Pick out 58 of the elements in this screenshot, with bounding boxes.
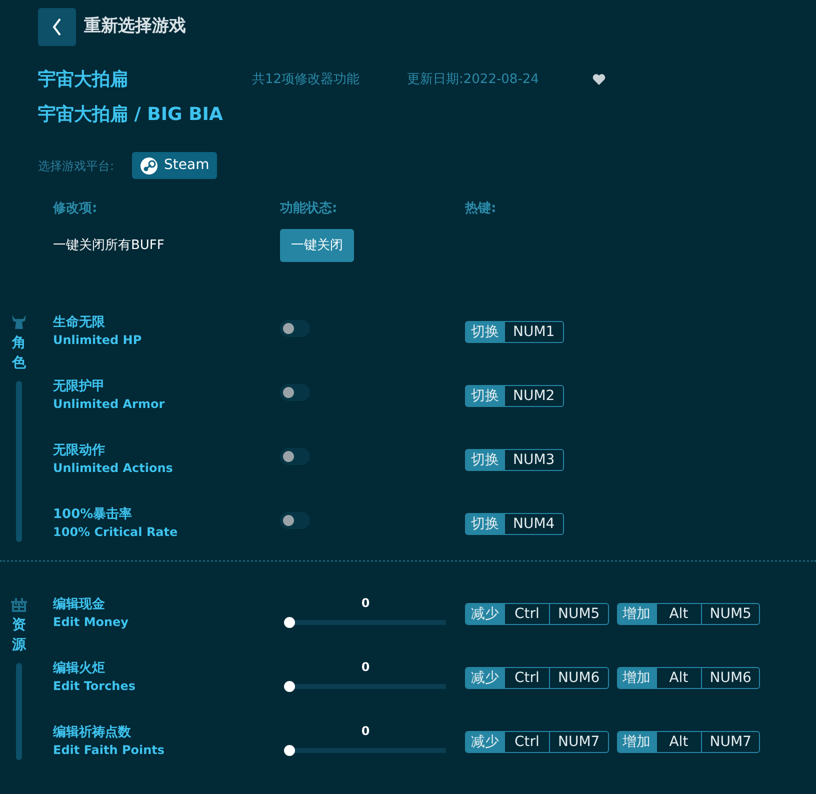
hotkey-badge: 切换 NUM1 bbox=[465, 321, 564, 343]
cheat-name-english: Unlimited HP bbox=[53, 332, 142, 350]
hotkey-badge: 减少 Ctrl NUM7 bbox=[465, 731, 609, 753]
favorite-button[interactable] bbox=[592, 73, 606, 86]
game-title: 宇宙大拍扁 bbox=[38, 68, 129, 92]
slider-value: 0 bbox=[360, 723, 371, 740]
platform-label: 选择游戏平台: bbox=[38, 158, 116, 174]
hotkey-badge: 切换 NUM3 bbox=[465, 449, 564, 471]
page-title: 重新选择游戏 bbox=[84, 15, 186, 38]
slider-value: 0 bbox=[360, 659, 371, 676]
cheat-name: 生命无限 bbox=[53, 314, 106, 332]
cheat-name-english: Edit Money bbox=[53, 614, 129, 632]
toggle-switch[interactable] bbox=[280, 320, 310, 338]
hotkey-badge: 增加 Alt NUM7 bbox=[616, 731, 760, 753]
steam-button[interactable]: Steam bbox=[132, 152, 218, 179]
cheat-name: 无限护甲 bbox=[53, 378, 106, 396]
slider[interactable] bbox=[285, 681, 446, 692]
hotkey-badge: 切换 NUM2 bbox=[465, 385, 564, 407]
toggle-switch[interactable] bbox=[280, 384, 310, 402]
cheat-name-english: Edit Faith Points bbox=[53, 742, 165, 760]
cheat-name: 编辑现金 bbox=[53, 596, 106, 614]
item-label: 一键关闭所有BUFF bbox=[53, 236, 164, 254]
slider[interactable] bbox=[285, 745, 446, 756]
cheat-name: 100%暴击率 bbox=[53, 506, 134, 524]
heart-icon bbox=[592, 73, 606, 86]
cheat-name: 编辑火炬 bbox=[53, 660, 106, 678]
feature-count: 共12项修改器功能 bbox=[252, 70, 361, 89]
cheat-name: 无限动作 bbox=[53, 442, 106, 460]
update-date: 更新日期:2022-08-24 bbox=[407, 70, 540, 89]
hotkey-badge: 增加 Alt NUM5 bbox=[616, 603, 760, 625]
game-subtitle: 宇宙大拍扁 / BIG BIA bbox=[38, 103, 223, 127]
hotkey-badge: 减少 Ctrl NUM6 bbox=[465, 667, 609, 689]
back-button[interactable] bbox=[38, 8, 76, 46]
cheat-name-english: Edit Torches bbox=[53, 678, 136, 696]
section-label: 资源 bbox=[12, 616, 26, 655]
helmet-icon bbox=[10, 314, 28, 330]
back-icon bbox=[51, 17, 63, 37]
close-all-button[interactable]: 一键关闭 bbox=[280, 228, 354, 262]
slider-value: 0 bbox=[360, 595, 371, 612]
slider-thumb[interactable] bbox=[284, 745, 295, 756]
slider-thumb[interactable] bbox=[284, 681, 295, 692]
basket-icon bbox=[10, 596, 28, 612]
slider-thumb[interactable] bbox=[284, 617, 295, 628]
hotkey-badge: 切换 NUM4 bbox=[465, 513, 564, 535]
cheat-name-english: 100% Critical Rate bbox=[53, 524, 178, 542]
toggle-switch[interactable] bbox=[280, 448, 310, 466]
hotkey-badge: 减少 Ctrl NUM5 bbox=[465, 603, 609, 625]
section-label: 角色 bbox=[12, 334, 26, 373]
column-header: 修改项: bbox=[53, 200, 98, 218]
hotkey-badge: 增加 Alt NUM6 bbox=[616, 667, 760, 689]
cheat-name-english: Unlimited Armor bbox=[53, 396, 165, 414]
steam-icon bbox=[140, 156, 158, 174]
slider[interactable] bbox=[285, 617, 446, 628]
toggle-switch[interactable] bbox=[280, 512, 310, 530]
cheat-name-english: Unlimited Actions bbox=[53, 460, 173, 478]
column-header: 热键: bbox=[465, 200, 496, 218]
column-header: 功能状态: bbox=[280, 200, 338, 218]
cheat-name: 编辑祈祷点数 bbox=[53, 724, 132, 742]
